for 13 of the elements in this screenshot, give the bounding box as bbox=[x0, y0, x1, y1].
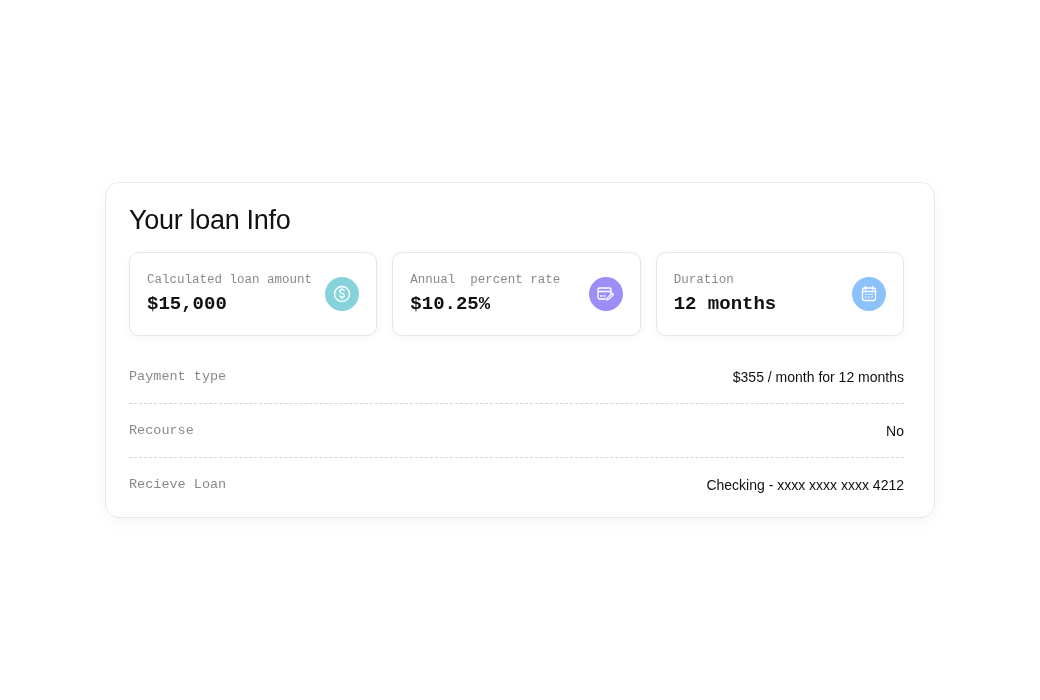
detail-value: $355 / month for 12 months bbox=[732, 368, 904, 385]
stat-value: 12 months bbox=[673, 293, 777, 315]
stat-value: $10.25% bbox=[410, 293, 492, 315]
card-title: Your loan Info bbox=[129, 205, 292, 236]
stat-label: Annual percent rate bbox=[410, 273, 561, 287]
detail-value: No bbox=[886, 422, 904, 439]
detail-label: Payment type bbox=[129, 369, 227, 384]
stat-label: Calculated loan amount bbox=[147, 273, 313, 287]
stat-label: Duration bbox=[673, 273, 735, 287]
detail-label: Recieve Loan bbox=[129, 477, 227, 492]
detail-label: Recourse bbox=[129, 423, 194, 438]
stat-value: $15,000 bbox=[147, 293, 228, 315]
detail-value: Checking - xxxx xxxx xxxx 4212 bbox=[706, 476, 904, 493]
